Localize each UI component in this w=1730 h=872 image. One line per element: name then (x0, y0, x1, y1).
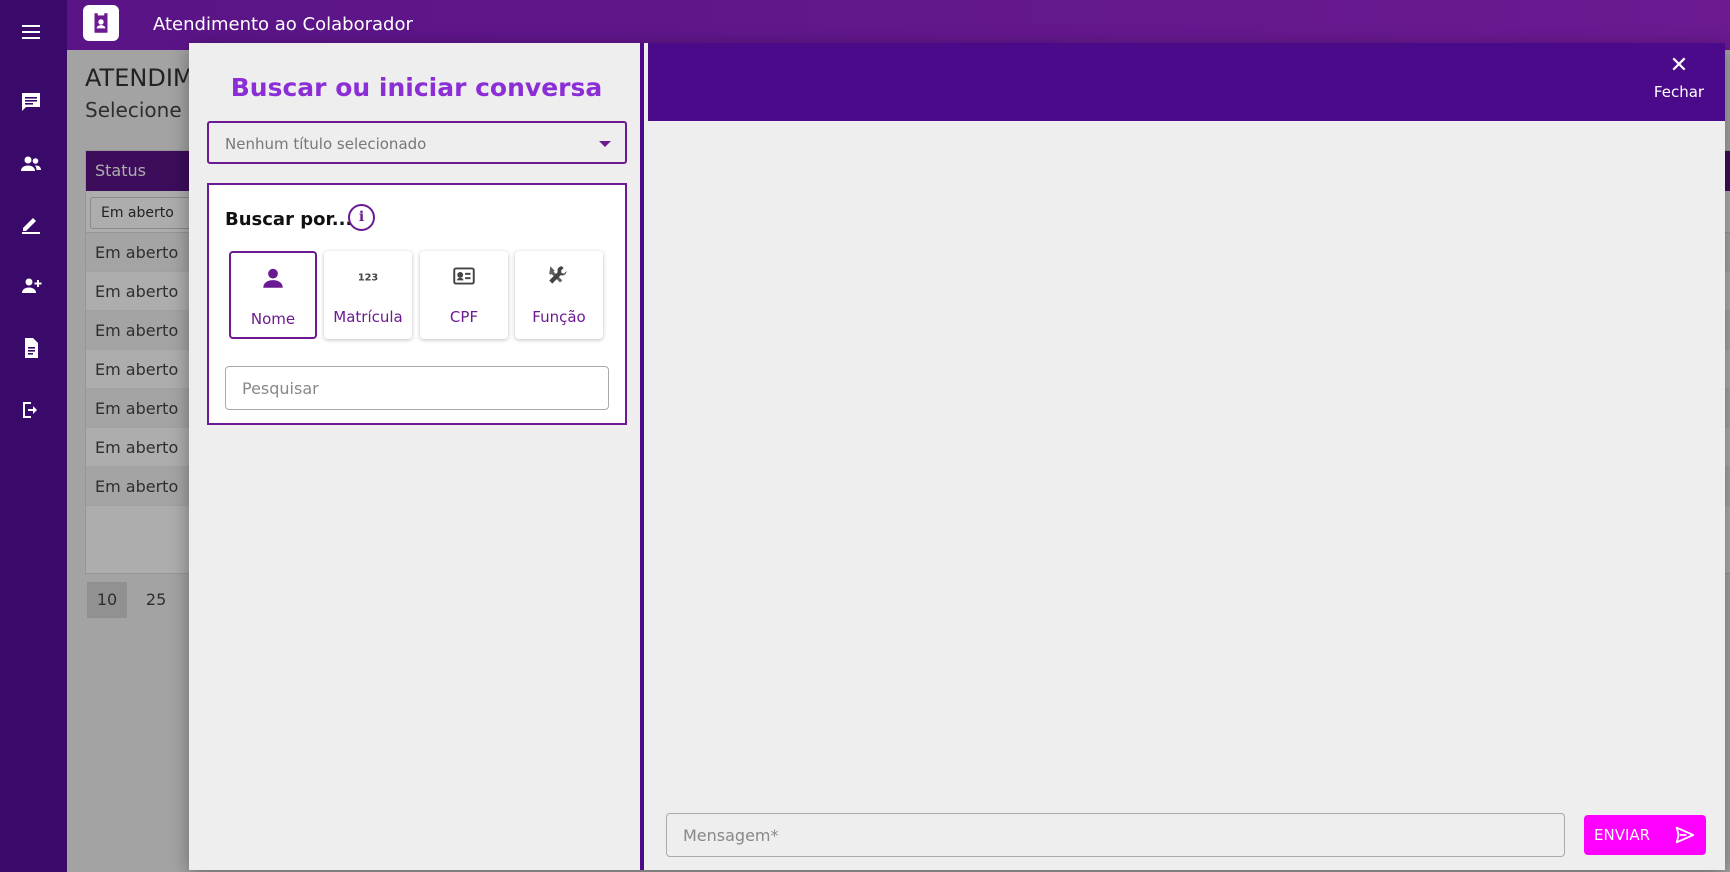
send-label: ENVIAR (1594, 826, 1651, 844)
search-panel: Buscar por... i Nome 123 Matrícula CPF F… (207, 183, 627, 425)
close-icon: ✕ (1669, 53, 1689, 78)
add-user-icon[interactable] (17, 272, 45, 300)
search-option-label: CPF (449, 308, 479, 326)
close-label: Fechar (1653, 83, 1705, 101)
chevron-down-icon (599, 141, 611, 147)
close-button[interactable]: ✕ Fechar (1645, 55, 1713, 105)
message-input[interactable] (666, 813, 1565, 857)
chat-header: ✕ Fechar (648, 43, 1725, 121)
search-option-label: Nome (250, 310, 296, 328)
menu-icon[interactable] (17, 18, 45, 46)
chat-icon[interactable] (17, 88, 45, 116)
conversation-dialog: Buscar ou iniciar conversa Nenhum título… (189, 43, 1725, 870)
document-icon[interactable] (17, 334, 45, 362)
nav-rail (0, 0, 67, 872)
svg-text:123: 123 (358, 272, 379, 283)
search-option-funcao[interactable]: Função (515, 251, 603, 339)
search-option-label: Função (532, 308, 586, 326)
chat-pane: ✕ Fechar ENVIAR (648, 43, 1725, 870)
search-option-nome[interactable]: Nome (229, 251, 317, 339)
title-select-value: Nenhum título selecionado (225, 135, 427, 153)
title-select[interactable]: Nenhum título selecionado (207, 121, 627, 164)
info-icon[interactable]: i (348, 204, 375, 231)
numbers-icon: 123 (324, 263, 412, 289)
tools-icon (515, 263, 603, 289)
search-option-matricula[interactable]: 123 Matrícula (324, 251, 412, 339)
app-logo-icon (83, 5, 119, 41)
app-title: Atendimento ao Colaborador (153, 14, 413, 35)
send-icon (1675, 826, 1695, 844)
edit-icon[interactable] (17, 210, 45, 238)
users-icon[interactable] (17, 150, 45, 178)
chat-messages-area (654, 121, 1725, 811)
search-input[interactable] (225, 366, 609, 410)
person-icon (231, 265, 315, 291)
search-pane: Buscar ou iniciar conversa Nenhum título… (189, 43, 644, 870)
send-button[interactable]: ENVIAR (1584, 815, 1706, 855)
logout-icon[interactable] (17, 396, 45, 424)
id-card-icon (420, 263, 508, 289)
search-by-label: Buscar por... (225, 209, 353, 230)
search-option-cpf[interactable]: CPF (420, 251, 508, 339)
search-option-label: Matrícula (333, 308, 403, 326)
dialog-title: Buscar ou iniciar conversa (230, 73, 603, 102)
